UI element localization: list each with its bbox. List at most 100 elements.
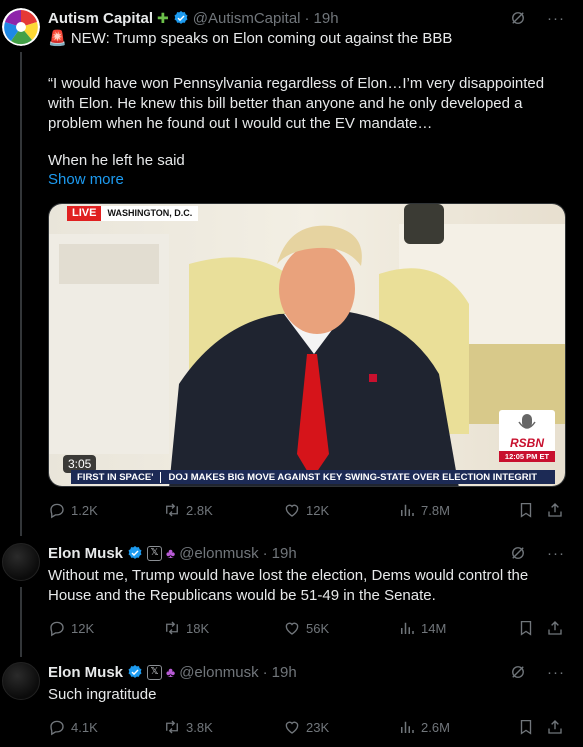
- reply-icon: [48, 501, 66, 519]
- like-button[interactable]: 12K: [283, 500, 329, 520]
- x-badge-icon: 𝕏: [147, 664, 163, 680]
- share-icon: [546, 619, 564, 637]
- people-icon: ♣: [166, 545, 176, 561]
- share-icon: [546, 718, 564, 736]
- grok-icon[interactable]: [509, 9, 527, 27]
- author-handle[interactable]: @elonmusk: [179, 664, 258, 681]
- views-button[interactable]: 14M: [398, 618, 446, 638]
- share-button[interactable]: [546, 717, 564, 737]
- bookmark-button[interactable]: [517, 618, 535, 638]
- show-more-link[interactable]: Show more: [48, 171, 124, 188]
- more-icon[interactable]: ···: [547, 545, 565, 562]
- action-bar: 12K 18K 56K 14M: [48, 618, 568, 638]
- post-header: Autism Capital ✚ @AutismCapital · 19h: [48, 8, 339, 28]
- verified-icon: [173, 10, 189, 26]
- post-quote-continued: When he left he said: [48, 152, 185, 169]
- author-name[interactable]: Elon Musk: [48, 545, 123, 562]
- post-elon-reply-1[interactable]: Elon Musk 𝕏 ♣ @elonmusk · 19h ··· Withou…: [0, 543, 583, 657]
- repost-count: 3.8K: [186, 719, 213, 735]
- network-logo: RSBN 12:05 PM ET: [499, 410, 555, 462]
- thread-line: [20, 587, 22, 657]
- post-text: Such ingratitude: [48, 686, 157, 703]
- post-headline: 🚨 NEW: Trump speaks on Elon coming out a…: [48, 30, 453, 47]
- author-handle[interactable]: @elonmusk: [179, 545, 258, 562]
- repost-icon: [163, 619, 181, 637]
- reply-button[interactable]: 1.2K: [48, 500, 98, 520]
- reply-count: 4.1K: [71, 719, 98, 735]
- share-icon: [546, 501, 564, 519]
- post-top-actions: ···: [509, 662, 565, 682]
- people-icon: ♣: [166, 664, 176, 680]
- like-count: 12K: [306, 502, 330, 518]
- avatar[interactable]: [2, 8, 40, 46]
- live-label: LIVE: [67, 206, 102, 221]
- repost-count: 2.8K: [186, 502, 213, 518]
- repost-button[interactable]: 18K: [163, 618, 209, 638]
- reply-button[interactable]: 4.1K: [48, 717, 98, 737]
- more-icon[interactable]: ···: [547, 10, 565, 27]
- share-button[interactable]: [546, 618, 564, 638]
- share-button[interactable]: [546, 500, 564, 520]
- grok-icon[interactable]: [509, 544, 527, 562]
- grok-icon[interactable]: [509, 663, 527, 681]
- views-icon: [398, 501, 416, 519]
- more-icon[interactable]: ···: [547, 664, 565, 681]
- avatar[interactable]: [2, 543, 40, 581]
- views-icon: [398, 619, 416, 637]
- location-label: WASHINGTON, D.C.: [101, 206, 199, 221]
- microphone-icon: [518, 414, 536, 429]
- video-thumbnail: [49, 204, 565, 486]
- views-icon: [398, 718, 416, 736]
- like-button[interactable]: 23K: [283, 717, 329, 737]
- post-time[interactable]: 19h: [272, 664, 297, 681]
- post-header: Elon Musk 𝕏 ♣ @elonmusk · 19h: [48, 662, 297, 682]
- puzzle-icon: ✚: [157, 9, 169, 26]
- like-count: 23K: [306, 719, 330, 735]
- post-elon-reply-2[interactable]: Elon Musk 𝕏 ♣ @elonmusk · 19h ··· Such i…: [0, 662, 583, 742]
- like-button[interactable]: 56K: [283, 618, 329, 638]
- bookmark-icon: [517, 718, 535, 736]
- post-time[interactable]: 19h: [314, 10, 339, 27]
- ticker-left: FIRST IN SPACE': [71, 471, 161, 483]
- like-icon: [283, 501, 301, 519]
- thread-line: [20, 52, 22, 536]
- bookmark-button[interactable]: [517, 717, 535, 737]
- x-badge-icon: 𝕏: [147, 545, 163, 561]
- like-count: 56K: [306, 620, 330, 636]
- views-button[interactable]: 2.6M: [398, 717, 450, 737]
- reply-count: 1.2K: [71, 502, 98, 518]
- reply-count: 12K: [71, 620, 95, 636]
- bookmark-button[interactable]: [517, 500, 535, 520]
- video-player[interactable]: LIVE WASHINGTON, D.C. RSBN 12:05 PM ET 3…: [48, 203, 566, 487]
- post-autism-capital[interactable]: Autism Capital ✚ @AutismCapital · 19h ··…: [0, 8, 583, 536]
- ticker-right: DOJ MAKES BIG MOVE AGAINST KEY SWING-STA…: [168, 471, 538, 483]
- verified-icon: [127, 545, 143, 561]
- post-quote: “I would have won Pennsylvania regardles…: [48, 75, 545, 132]
- post-text: Without me, Trump would have lost the el…: [48, 567, 529, 604]
- author-name[interactable]: Elon Musk: [48, 664, 123, 681]
- views-button[interactable]: 7.8M: [398, 500, 450, 520]
- repost-icon: [163, 718, 181, 736]
- reply-icon: [48, 619, 66, 637]
- live-banner: LIVE WASHINGTON, D.C.: [67, 206, 199, 221]
- action-bar: 4.1K 3.8K 23K 2.6M: [48, 717, 568, 737]
- separator-dot: ·: [304, 9, 310, 27]
- post-time[interactable]: 19h: [272, 545, 297, 562]
- bookmark-icon: [517, 501, 535, 519]
- reply-icon: [48, 718, 66, 736]
- puzzle-logo-icon: [2, 8, 40, 46]
- views-count: 7.8M: [421, 502, 450, 518]
- author-name[interactable]: Autism Capital: [48, 10, 153, 27]
- avatar[interactable]: [2, 662, 40, 700]
- author-handle[interactable]: @AutismCapital: [193, 10, 301, 27]
- repost-icon: [163, 501, 181, 519]
- reply-button[interactable]: 12K: [48, 618, 94, 638]
- action-bar: 1.2K 2.8K 12K 7.8M: [48, 500, 568, 520]
- repost-button[interactable]: 3.8K: [163, 717, 213, 737]
- repost-count: 18K: [186, 620, 210, 636]
- verified-icon: [127, 664, 143, 680]
- repost-button[interactable]: 2.8K: [163, 500, 213, 520]
- network-time: 12:05 PM ET: [499, 451, 555, 462]
- bookmark-icon: [517, 619, 535, 637]
- separator-dot: ·: [262, 544, 268, 562]
